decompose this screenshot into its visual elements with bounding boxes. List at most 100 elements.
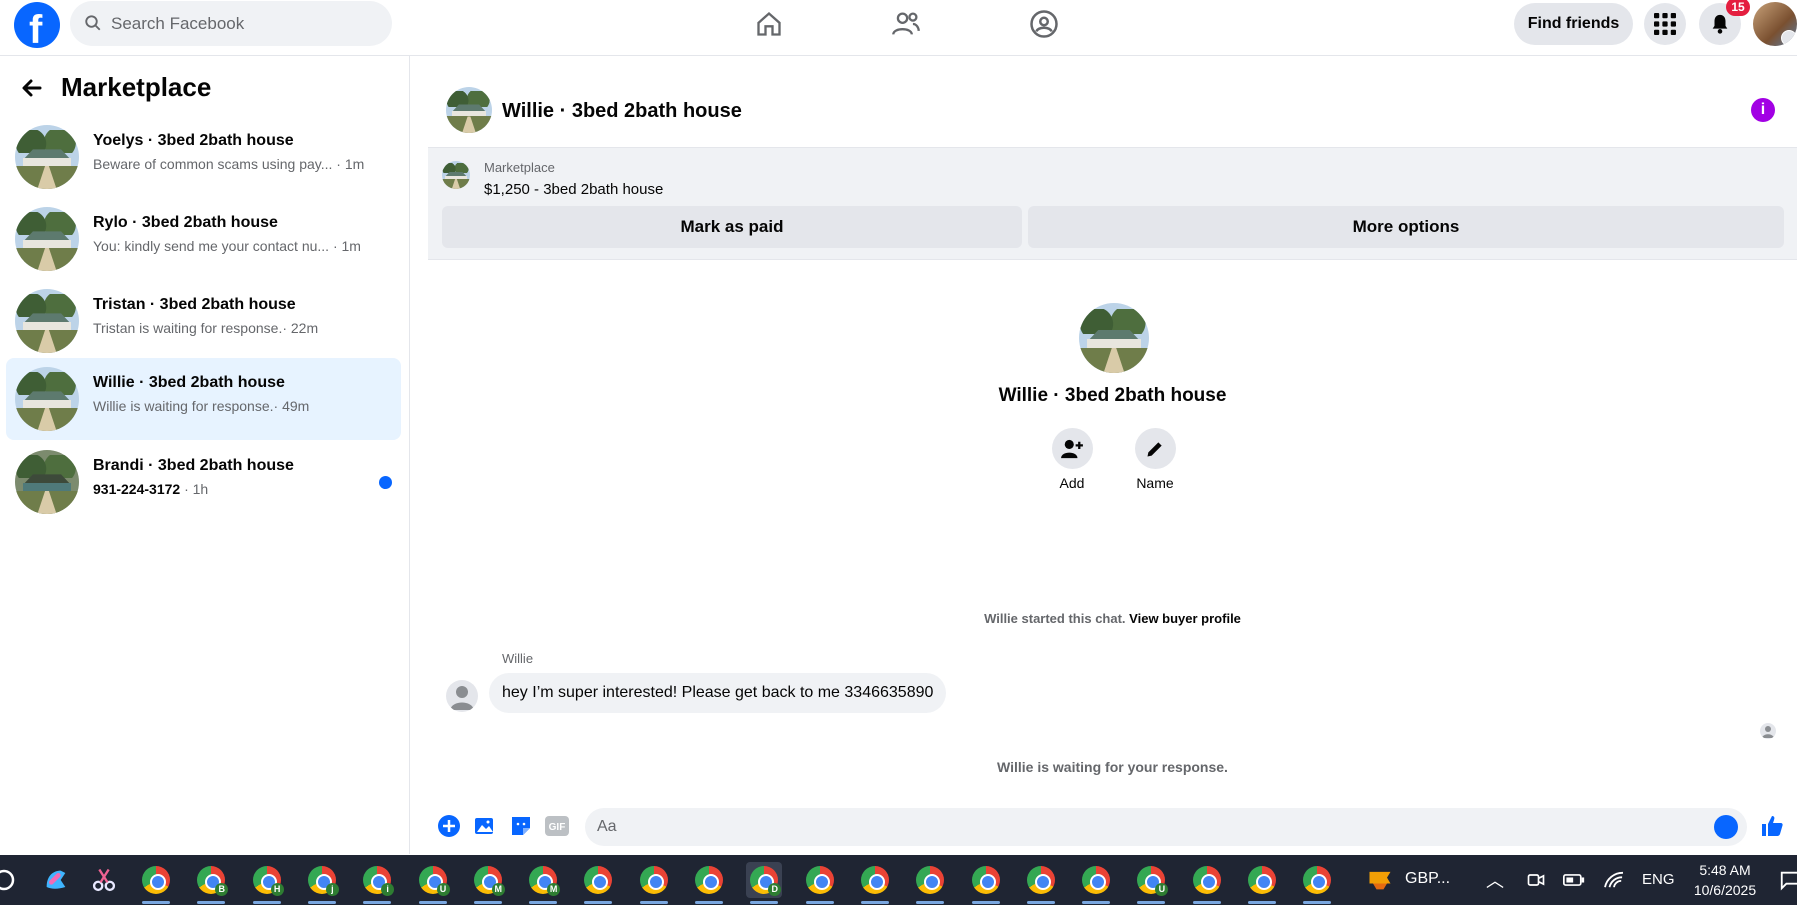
chrome-icon <box>584 866 613 894</box>
tray-app-label[interactable]: GBP... <box>1405 870 1450 888</box>
chrome-profile-initial: U <box>436 883 450 896</box>
conversation-item[interactable]: Brandi · 3bed 2bath house 931-224-3172 ·… <box>6 441 401 523</box>
sender-avatar[interactable] <box>446 680 478 712</box>
chrome-icon <box>1303 866 1332 894</box>
home-icon[interactable] <box>751 8 787 40</box>
gif-icon[interactable]: GIF <box>545 814 569 838</box>
chrome-icon <box>916 866 945 894</box>
system-clock[interactable]: 5:48 AM 10/6/2025 <box>1688 860 1762 900</box>
chrome-window-button[interactable] <box>912 862 948 904</box>
conversation-preview: 931-224-3172 · 1h <box>93 481 209 497</box>
chrome-window-button[interactable] <box>802 862 838 904</box>
chrome-window-button[interactable]: M <box>525 862 561 904</box>
chrome-window-button[interactable]: U <box>415 862 451 904</box>
chrome-window-button[interactable] <box>1023 862 1059 904</box>
chrome-icon <box>1248 866 1276 894</box>
copilot-icon[interactable] <box>38 862 74 898</box>
find-friends-button[interactable]: Find friends <box>1514 3 1633 45</box>
edit-name-button[interactable]: Name <box>1125 428 1185 491</box>
listing-thumbnail[interactable] <box>442 161 470 189</box>
chrome-profile-initial: i <box>381 883 395 896</box>
chrome-window-button[interactable] <box>1299 862 1335 904</box>
listing-thumbnail <box>15 289 79 353</box>
notification-center-icon[interactable] <box>1772 862 1797 898</box>
message-bubble[interactable]: hey I’m super interested! Please get bac… <box>489 673 947 713</box>
chrome-window-button[interactable]: H <box>249 862 285 904</box>
listing-thumbnail <box>15 207 79 271</box>
conversation-item[interactable]: Yoelys · 3bed 2bath house Beware of comm… <box>6 116 401 198</box>
office-app-icon[interactable] <box>1362 862 1398 898</box>
chrome-window-button[interactable]: M <box>470 862 506 904</box>
conversation-name: Yoelys · 3bed 2bath house <box>93 132 294 149</box>
chrome-window-button[interactable]: D <box>746 862 783 904</box>
add-button[interactable]: Add <box>1042 428 1102 491</box>
chrome-window-button[interactable]: j <box>304 862 340 904</box>
notification-badge: 15 <box>1726 0 1750 16</box>
search-input[interactable]: Search Facebook <box>111 14 244 34</box>
message-composer: GIF <box>428 801 1797 855</box>
chrome-window-button[interactable]: i <box>359 862 395 904</box>
chat-avatar[interactable] <box>446 87 492 133</box>
plus-icon[interactable] <box>437 814 461 838</box>
mark-as-paid-button[interactable]: Mark as paid <box>442 206 1022 248</box>
account-avatar[interactable] <box>1753 2 1797 46</box>
seen-avatar-icon <box>1760 723 1776 739</box>
chrome-window-button[interactable] <box>580 862 616 904</box>
chrome-window-button[interactable] <box>1244 862 1280 904</box>
chrome-window-button[interactable]: U <box>1133 862 1169 904</box>
conversation-item[interactable]: Rylo · 3bed 2bath house You: kindly send… <box>6 198 401 280</box>
conversation-item[interactable]: Tristan · 3bed 2bath house Tristan is wa… <box>6 280 401 362</box>
chrome-window-button[interactable]: B <box>193 862 229 904</box>
friends-icon[interactable] <box>888 8 924 40</box>
chrome-profile-initial: M <box>491 883 505 896</box>
meet-icon[interactable] <box>1518 862 1554 898</box>
conversation-preview: You: kindly send me your contact nu... ·… <box>93 238 361 254</box>
snipping-tool-icon[interactable] <box>86 862 122 898</box>
chrome-profile-initial: M <box>547 883 561 896</box>
more-options-button[interactable]: More options <box>1028 206 1784 248</box>
chrome-window-button[interactable] <box>691 862 727 904</box>
menu-grid-button[interactable] <box>1644 3 1686 45</box>
unread-indicator <box>379 476 392 489</box>
search-taskbar-icon[interactable] <box>0 862 22 898</box>
chrome-profile-initial: j <box>325 883 339 896</box>
chrome-window-button[interactable] <box>1189 862 1225 904</box>
sticker-icon[interactable] <box>509 814 533 838</box>
chevron-up-icon[interactable]: ︿ <box>1486 867 1504 893</box>
photo-icon[interactable] <box>473 814 497 838</box>
back-arrow-icon[interactable] <box>20 76 44 100</box>
chrome-icon <box>142 866 170 894</box>
pencil-icon <box>1147 441 1162 456</box>
conversation-name: Tristan · 3bed 2bath house <box>93 296 296 313</box>
marketplace-inbox-sidebar: Marketplace Yoelys · 3bed 2bath house Be… <box>0 56 410 854</box>
profile-picture[interactable] <box>1079 303 1149 373</box>
listing-thumbnail <box>15 450 79 514</box>
conversation-preview: Beware of common scams using pay... · 1m <box>93 156 365 172</box>
chrome-window-button[interactable] <box>1078 862 1114 904</box>
chevron-down-icon <box>1781 30 1797 46</box>
message-input[interactable] <box>585 808 1747 846</box>
search-box[interactable]: Search Facebook <box>70 1 392 46</box>
chrome-window-button[interactable] <box>138 862 174 904</box>
sidebar-header: Marketplace <box>0 56 410 116</box>
groups-icon[interactable] <box>1026 8 1062 40</box>
listing-price-title[interactable]: $1,250 - 3bed 2bath house <box>484 181 663 198</box>
conversation-item-active[interactable]: Willie · 3bed 2bath house Willie is wait… <box>6 358 401 440</box>
search-icon <box>85 15 101 31</box>
facebook-logo[interactable]: f <box>14 2 60 52</box>
chrome-icon <box>1192 866 1221 894</box>
thumbs-up-icon[interactable] <box>1760 814 1784 838</box>
info-icon[interactable]: i <box>1751 98 1775 122</box>
conversation-name: Rylo · 3bed 2bath house <box>93 214 278 231</box>
battery-icon[interactable] <box>1556 862 1592 898</box>
conversation-preview: Tristan is waiting for response.· 22m <box>93 320 319 336</box>
emoji-icon[interactable] <box>1714 815 1738 839</box>
chrome-window-button[interactable] <box>968 862 1004 904</box>
top-navigation-bar: f Search Facebook Find friends 15 <box>0 0 1797 56</box>
chat-title[interactable]: Willie · 3bed 2bath house <box>502 100 742 123</box>
view-buyer-profile-link[interactable]: View buyer profile <box>1129 611 1241 626</box>
language-indicator[interactable]: ENG <box>1642 871 1675 888</box>
chrome-window-button[interactable] <box>636 862 672 904</box>
chrome-window-button[interactable] <box>857 862 893 904</box>
wifi-icon[interactable] <box>1596 862 1632 898</box>
